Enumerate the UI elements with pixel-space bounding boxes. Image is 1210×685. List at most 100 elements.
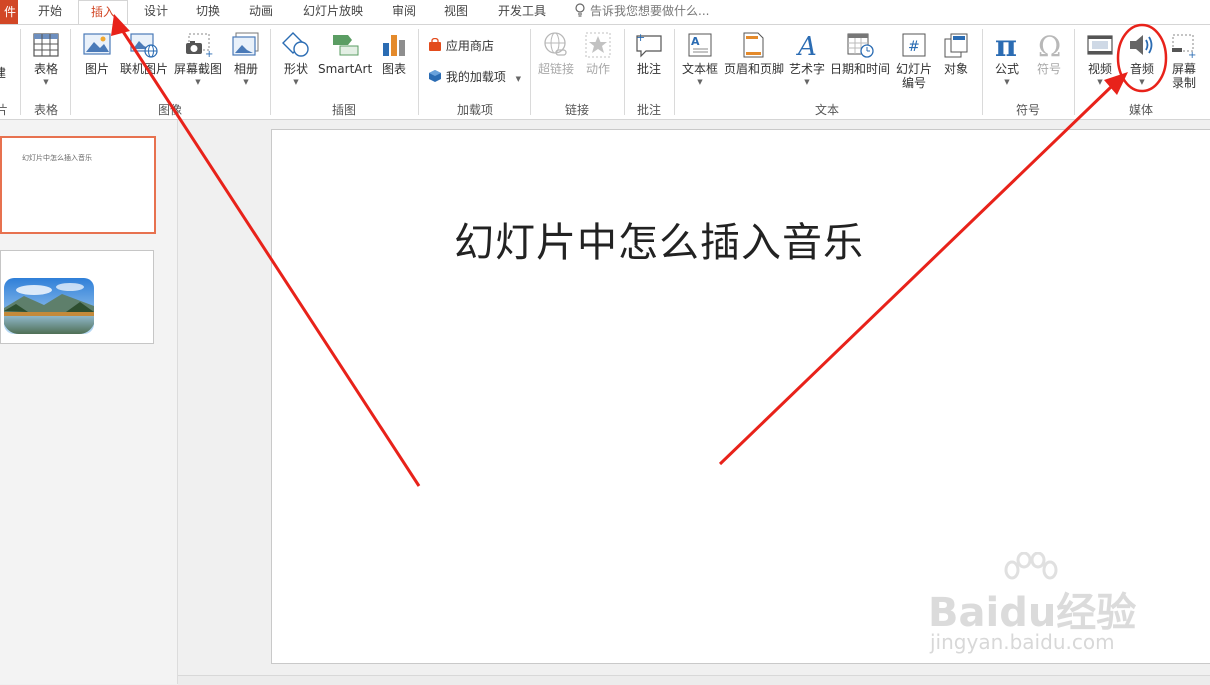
slide-thumbnails-pane: 幻灯片中怎么插入音乐 (0, 120, 178, 684)
wordart-button[interactable]: A 艺术字 ▼ (788, 31, 826, 86)
store-bag-icon (429, 37, 441, 51)
smartart-button[interactable]: SmartArt (318, 31, 372, 77)
camera-icon: + (186, 33, 213, 59)
watermark-url: jingyan.baidu.com (930, 630, 1115, 654)
wordart-icon: A (796, 32, 817, 59)
symbol-button[interactable]: Ω 符号 (1034, 31, 1064, 77)
group-label-symbols: 符号 (1016, 103, 1041, 117)
object-button[interactable]: 对象 (940, 31, 972, 77)
header-footer-label: 页眉和页脚 (724, 62, 785, 76)
photo-album-icon (232, 32, 259, 56)
slide-thumbnail-1-title: 幻灯片中怎么插入音乐 (22, 154, 92, 162)
action-label: 动作 (585, 62, 610, 76)
table-button[interactable]: 表格 ▼ (30, 31, 62, 86)
picture-label: 图片 (84, 62, 109, 76)
group-label-addins: 加载项 (457, 103, 494, 117)
slide-title[interactable]: 幻灯片中怎么插入音乐 (454, 210, 864, 268)
action-star-icon (585, 32, 611, 58)
screen-recording-button[interactable]: + 屏幕 录制 (1168, 31, 1200, 90)
comment-icon: + (636, 31, 662, 58)
header-footer-button[interactable]: 页眉和页脚 (724, 31, 785, 77)
hyperlink-button[interactable]: 超链接 (538, 31, 574, 77)
equation-button[interactable]: π 公式 ▼ (992, 31, 1022, 86)
textbox-icon: A (688, 33, 712, 57)
my-addins-label: 我的加载项 (445, 70, 506, 84)
hyperlink-globe-icon (544, 32, 567, 56)
comment-button[interactable]: + 批注 (634, 31, 664, 77)
tab-animations[interactable]: 动画 (249, 0, 273, 24)
textbox-label: 文本框 (682, 62, 719, 76)
new-slide-label: 建 (0, 66, 7, 80)
slide-thumbnail-2[interactable] (0, 250, 154, 344)
comment-label: 批注 (636, 62, 661, 76)
dropdown-caret-icon: ▼ (1097, 78, 1103, 86)
shapes-icon (282, 32, 309, 57)
my-addins-button[interactable]: 我的加载项 ▼ (428, 68, 521, 86)
baidu-paw-icon (1004, 552, 1058, 580)
tab-insert[interactable]: 插入 (78, 0, 128, 25)
tab-home[interactable]: 开始 (38, 0, 62, 24)
dropdown-caret-icon: ▼ (515, 75, 522, 83)
store-button[interactable]: 应用商店 (428, 37, 494, 55)
dropdown-caret-icon: ▼ (243, 78, 249, 86)
picture-button[interactable]: 图片 (82, 31, 112, 77)
tab-developer[interactable]: 开发工具 (498, 0, 546, 24)
header-footer-icon (743, 32, 764, 58)
addin-cube-icon (429, 70, 441, 82)
new-slide-button[interactable]: 建 (0, 63, 6, 81)
audio-label: 音频 (1129, 62, 1154, 76)
screen-recording-icon: + (1172, 34, 1196, 59)
pi-icon: π (995, 31, 1017, 59)
dropdown-caret-icon: ▼ (697, 78, 703, 86)
group-label-illustrations: 插图 (332, 103, 357, 117)
svg-text:A: A (691, 35, 700, 48)
tab-view[interactable]: 视图 (444, 0, 468, 24)
group-label-links: 链接 (565, 103, 590, 117)
action-button[interactable]: 动作 (584, 31, 612, 77)
screenshot-button[interactable]: + 屏幕截图 ▼ (173, 31, 223, 86)
slide-number-label-1: 幻灯片 (895, 62, 932, 76)
screen-recording-label-2: 录制 (1171, 76, 1196, 90)
dropdown-caret-icon: ▼ (195, 78, 201, 86)
group-label-comments: 批注 (637, 103, 662, 117)
slide-thumbnail-1[interactable]: 幻灯片中怎么插入音乐 (0, 136, 156, 234)
slide-number-icon: # (902, 33, 926, 57)
chart-label: 图表 (381, 62, 406, 76)
table-label: 表格 (33, 62, 58, 76)
tab-transitions[interactable]: 切换 (196, 0, 220, 24)
tab-file[interactable]: 件 (0, 0, 18, 24)
audio-button[interactable]: 音频 ▼ (1127, 31, 1157, 86)
group-label-text: 文本 (815, 103, 840, 117)
group-divider (624, 29, 625, 115)
chart-button[interactable]: 图表 (380, 31, 408, 77)
object-label: 对象 (943, 62, 968, 76)
object-icon (944, 33, 968, 58)
dropdown-caret-icon: ▼ (1004, 78, 1010, 86)
tab-design[interactable]: 设计 (144, 0, 168, 24)
smartart-icon (333, 35, 359, 56)
ribbon-tab-bar: 件 开始 插入 设计 切换 动画 幻灯片放映 审阅 视图 开发工具 告诉我您想要… (0, 0, 1210, 25)
datetime-button[interactable]: 日期和时间 (830, 31, 890, 77)
tab-review[interactable]: 审阅 (392, 0, 416, 24)
calendar-clock-icon (847, 33, 874, 58)
tell-me-search[interactable]: 告诉我您想要做什么... (574, 0, 709, 24)
group-divider (418, 29, 419, 115)
svg-text:Ω: Ω (1038, 31, 1061, 59)
photo-album-button[interactable]: 相册 ▼ (231, 31, 261, 86)
tab-slideshow[interactable]: 幻灯片放映 (303, 0, 363, 24)
hyperlink-label: 超链接 (538, 62, 575, 76)
slide-number-button[interactable]: # 幻灯片 编号 (895, 31, 933, 90)
shapes-button[interactable]: 形状 ▼ (280, 31, 312, 86)
video-button[interactable]: 视频 ▼ (1084, 31, 1116, 86)
group-label-images: 图像 (158, 103, 183, 117)
online-picture-icon (130, 33, 158, 58)
textbox-button[interactable]: A 文本框 ▼ (682, 31, 718, 86)
group-divider (270, 29, 271, 115)
chart-icon (383, 35, 405, 56)
video-label: 视频 (1087, 62, 1112, 76)
dropdown-caret-icon: ▼ (1139, 78, 1145, 86)
online-picture-button[interactable]: 联机图片 (120, 31, 168, 77)
dropdown-caret-icon: ▼ (43, 78, 49, 86)
lightbulb-icon (575, 3, 585, 17)
smartart-label: SmartArt (318, 62, 373, 76)
